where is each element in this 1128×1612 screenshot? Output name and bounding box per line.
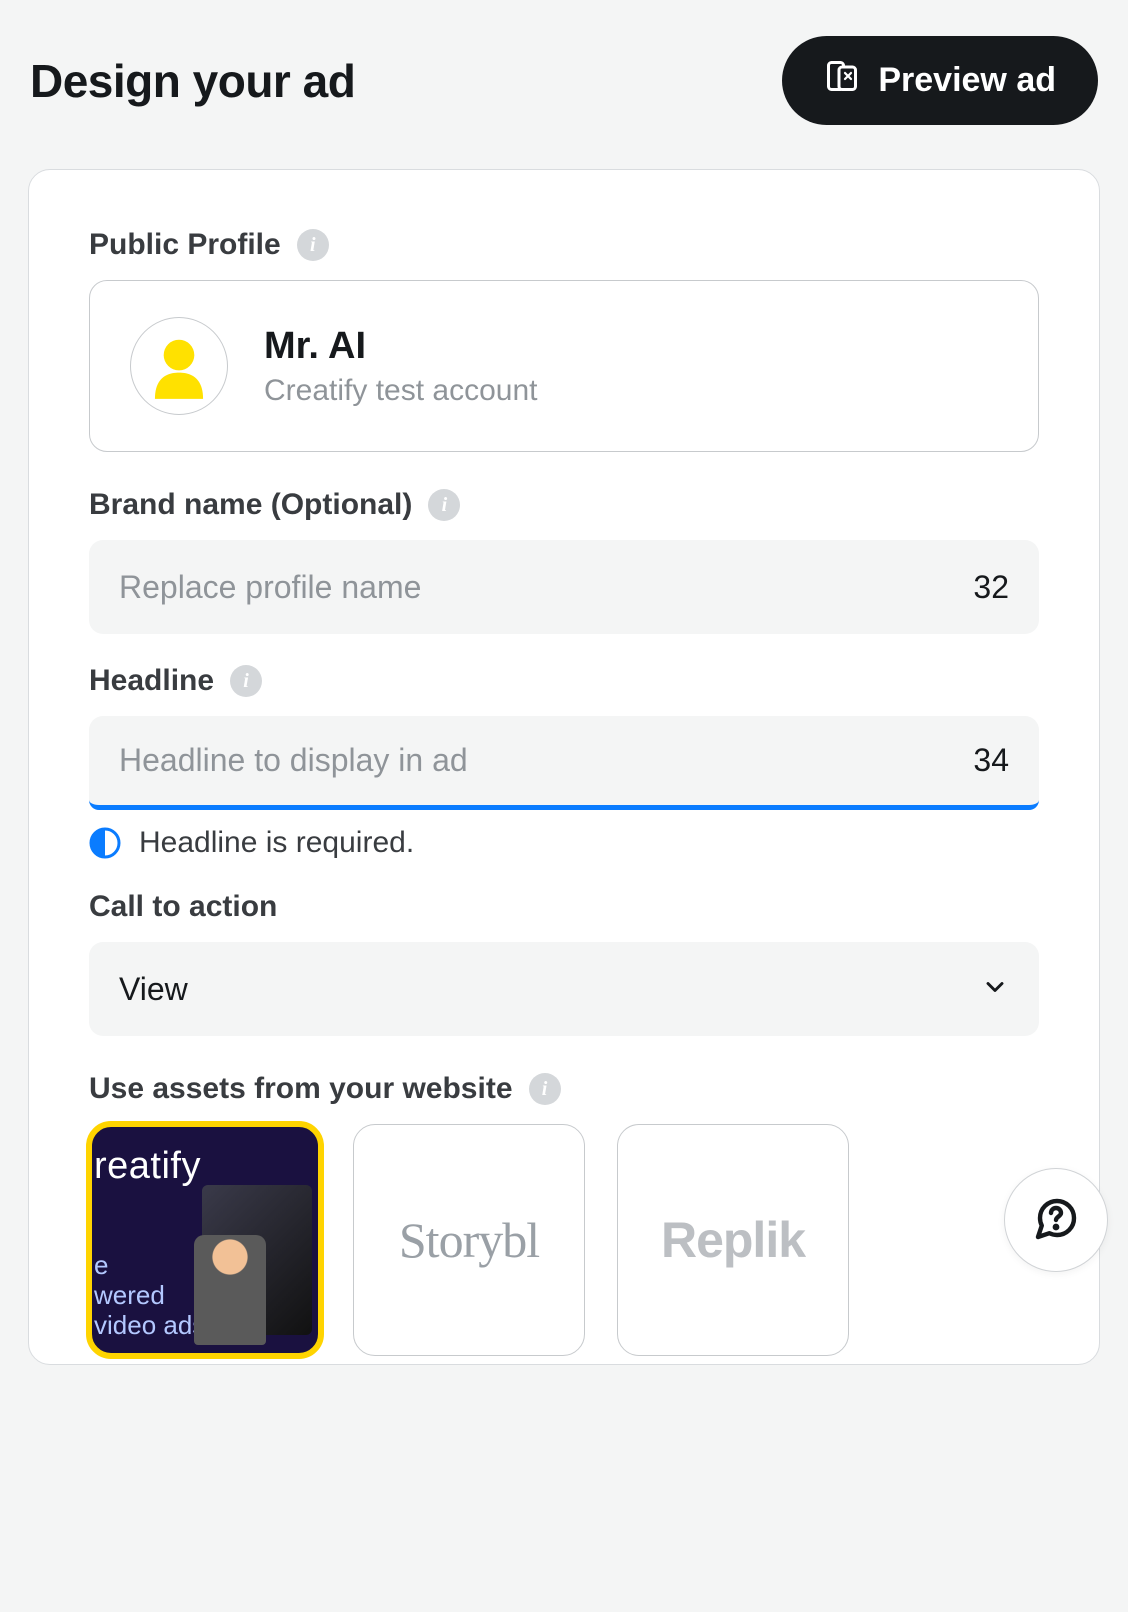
cta-select[interactable]: View — [89, 942, 1039, 1036]
public-profile-selector[interactable]: Mr. AI Creatify test account — [89, 280, 1039, 452]
assets-label: Use assets from your website — [89, 1072, 513, 1106]
help-button[interactable] — [1004, 1168, 1108, 1272]
asset-thumbnail[interactable]: Storybl — [353, 1124, 585, 1356]
validation-icon — [89, 827, 121, 859]
headline-char-limit: 34 — [973, 742, 1009, 779]
chevron-down-icon — [981, 973, 1009, 1006]
asset-person-image — [194, 1235, 266, 1345]
asset-thumbnail[interactable]: Replik — [617, 1124, 849, 1356]
help-icon — [1032, 1195, 1080, 1246]
asset-brand-text: Replik — [661, 1211, 805, 1269]
asset-brand-top: reatify — [90, 1145, 201, 1188]
cta-selected-value: View — [119, 971, 188, 1008]
brand-name-field-wrap: 32 — [89, 540, 1039, 634]
page-title: Design your ad — [30, 54, 355, 108]
headline-input[interactable] — [119, 742, 973, 779]
assets-row: reatify e wered video ads Storybl Replik — [89, 1124, 1039, 1364]
ad-form-card: Public Profile i Mr. AI Creatify test ac… — [28, 169, 1100, 1365]
profile-subtitle: Creatify test account — [264, 374, 537, 408]
cta-label: Call to action — [89, 890, 277, 924]
brand-name-label: Brand name (Optional) — [89, 488, 412, 522]
preview-icon — [824, 58, 860, 103]
headline-field-wrap: 34 — [89, 716, 1039, 810]
preview-button-label: Preview ad — [878, 61, 1056, 100]
asset-thumbnail[interactable]: reatify e wered video ads — [89, 1124, 321, 1356]
brand-name-char-limit: 32 — [973, 569, 1009, 606]
info-icon[interactable]: i — [230, 665, 262, 697]
profile-avatar — [130, 317, 228, 415]
brand-name-input[interactable] — [119, 569, 973, 606]
info-icon[interactable]: i — [428, 489, 460, 521]
info-icon[interactable]: i — [529, 1073, 561, 1105]
headline-validation: Headline is required. — [89, 826, 1039, 860]
public-profile-label: Public Profile — [89, 228, 281, 262]
info-icon[interactable]: i — [297, 229, 329, 261]
preview-ad-button[interactable]: Preview ad — [782, 36, 1098, 125]
headline-validation-text: Headline is required. — [139, 826, 414, 860]
headline-label: Headline — [89, 664, 214, 698]
asset-brand-sub: e wered video ads — [90, 1251, 205, 1341]
profile-name: Mr. AI — [264, 325, 537, 368]
asset-brand-text: Storybl — [399, 1211, 539, 1269]
